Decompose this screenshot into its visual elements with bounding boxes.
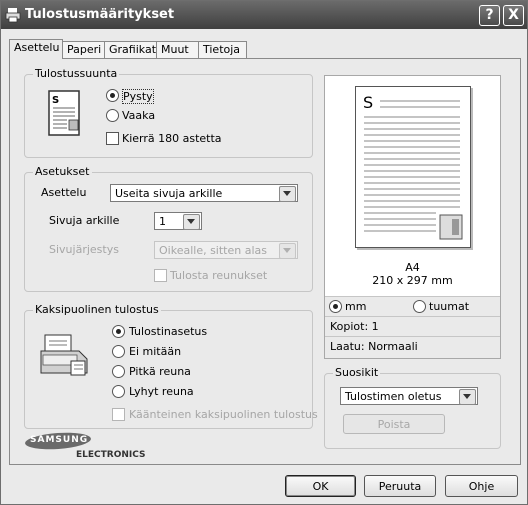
- favorites-group-label: Suosikit: [333, 366, 381, 379]
- unit-inch-label[interactable]: tuumat: [429, 300, 469, 313]
- landscape-label[interactable]: Vaaka: [122, 109, 155, 122]
- duplex-printer-icon: [40, 334, 88, 376]
- preview-text-lines: [364, 100, 463, 240]
- duplex-short-edge-radio[interactable]: [112, 385, 125, 398]
- unit-row: mm tuumat: [325, 296, 500, 317]
- unit-mm-radio[interactable]: [329, 300, 342, 313]
- duplex-group: Kaksipuolinen tulostus Tulostinasetus Ei…: [24, 303, 318, 429]
- preview-panel: S A4 210 x 297 mm mm tuumat Kopiot: 1 La…: [324, 75, 501, 359]
- help-title-button[interactable]: ?: [479, 5, 500, 26]
- orientation-group-label: Tulostussuunta: [33, 67, 120, 80]
- layout-select[interactable]: Useita sivuja arkille: [110, 184, 298, 202]
- favorites-group: Suosikit Tulostimen oletus Poista: [324, 366, 501, 449]
- tab-panel: Tulostussuunta S Pysty Vaaka Kierrä 180 …: [9, 58, 521, 465]
- duplex-none-radio[interactable]: [112, 345, 125, 358]
- duplex-group-label: Kaksipuolinen tulostus: [33, 303, 161, 316]
- paper-size: 210 x 297 mm: [372, 274, 453, 287]
- help-button[interactable]: Ohje: [445, 475, 518, 497]
- layout-label: Asettelu: [41, 186, 87, 199]
- quality-row: Laatu: Normaali: [325, 336, 500, 358]
- tab-paperi[interactable]: Paperi: [62, 41, 107, 58]
- unit-mm-label[interactable]: mm: [345, 300, 366, 313]
- duplex-short-edge-label[interactable]: Lyhyt reuna: [129, 385, 194, 398]
- reverse-duplex-checkbox: [112, 408, 125, 421]
- reverse-duplex-label: Käänteinen kaksipuolinen tulostus: [129, 408, 318, 421]
- portrait-radio[interactable]: [106, 89, 119, 102]
- favorites-select[interactable]: Tulostimen oletus: [340, 387, 478, 405]
- page-order-select: Oikealle, sitten alas: [154, 241, 298, 259]
- orientation-group: Tulostussuunta S Pysty Vaaka Kierrä 180 …: [24, 67, 313, 158]
- title-bar: Tulostusmääritykset ? X: [1, 1, 527, 29]
- duplex-printer-setting-label[interactable]: Tulostinasetus: [129, 325, 207, 338]
- chevron-down-icon: [279, 243, 296, 259]
- settings-group-label: Asetukset: [33, 165, 92, 178]
- duplex-long-edge-radio[interactable]: [112, 365, 125, 378]
- tab-muut[interactable]: Muut: [156, 41, 201, 58]
- portrait-label[interactable]: Pysty: [122, 89, 154, 104]
- pages-per-sheet-label: Sivuja arkille: [49, 214, 120, 227]
- layout-select-value: Useita sivuja arkille: [115, 187, 223, 200]
- quality-text: Laatu: Normaali: [330, 340, 418, 353]
- brand-sub: ELECTRONICS: [76, 450, 146, 460]
- cancel-button[interactable]: Peruuta: [364, 475, 436, 497]
- window-title: Tulostusmääritykset: [25, 7, 175, 22]
- rotate-checkbox[interactable]: [106, 132, 119, 145]
- pages-per-sheet-select[interactable]: 1: [154, 212, 202, 230]
- brand-name: SAMSUNG: [30, 435, 89, 445]
- unit-inch-radio[interactable]: [413, 300, 426, 313]
- duplex-none-label[interactable]: Ei mitään: [129, 345, 181, 358]
- ok-button[interactable]: OK: [285, 475, 356, 497]
- svg-text:S: S: [52, 95, 59, 106]
- close-button[interactable]: X: [503, 5, 524, 26]
- landscape-radio[interactable]: [106, 109, 119, 122]
- duplex-printer-setting-radio[interactable]: [112, 325, 125, 338]
- paper-name: A4: [405, 261, 420, 274]
- page-preview: S: [355, 86, 471, 248]
- printer-icon: [5, 8, 21, 23]
- print-preferences-window: Tulostusmääritykset ? X Asettelu Paperi …: [0, 0, 528, 505]
- copies-text: Kopiot: 1: [330, 320, 379, 333]
- rotate-label[interactable]: Kierrä 180 astetta: [122, 132, 222, 145]
- duplex-long-edge-label[interactable]: Pitkä reuna: [129, 365, 191, 378]
- print-borders-label: Tulosta reunukset: [170, 269, 268, 282]
- tab-tietoja[interactable]: Tietoja: [198, 41, 247, 58]
- portrait-page-icon: S: [48, 90, 80, 136]
- page-order-value: Oikealle, sitten alas: [159, 244, 267, 257]
- chevron-down-icon[interactable]: [459, 389, 476, 405]
- tab-grafiikat[interactable]: Grafiikat: [104, 41, 159, 58]
- page-order-label: Sivujärjestys: [49, 243, 119, 256]
- favorites-select-value: Tulostimen oletus: [345, 390, 442, 403]
- copies-row: Kopiot: 1: [325, 316, 500, 337]
- delete-favorite-button: Poista: [343, 414, 445, 434]
- chevron-down-icon[interactable]: [279, 186, 296, 202]
- chevron-down-icon[interactable]: [183, 214, 200, 230]
- tab-asettelu[interactable]: Asettelu: [9, 39, 63, 59]
- settings-group: Asetukset Asettelu Useita sivuja arkille…: [24, 165, 313, 292]
- samsung-logo: SAMSUNG ELECTRONICS: [24, 432, 146, 462]
- pages-per-sheet-value: 1: [159, 215, 166, 228]
- print-borders-checkbox: [154, 269, 167, 282]
